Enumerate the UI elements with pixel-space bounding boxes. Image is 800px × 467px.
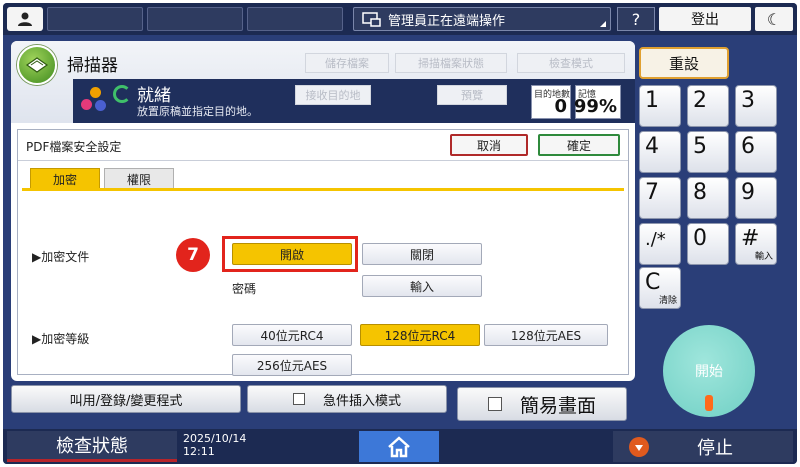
- date-time: 2025/10/14 12:11: [183, 432, 246, 458]
- simple-screen-button[interactable]: 簡易畫面: [457, 387, 627, 421]
- interrupt-mode-button[interactable]: 急件插入模式: [247, 385, 447, 413]
- level-128bit-rc4[interactable]: 128位元RC4: [360, 324, 480, 346]
- encrypt-document-label: ▶加密文件: [32, 250, 90, 264]
- scanner-panel: 掃描器 儲存檔案 掃描檔案狀態 檢查模式 就緒 放置原稿並指定目的地。 接收目的…: [11, 41, 635, 381]
- status-slot-2: [147, 7, 243, 31]
- preview-button[interactable]: 預覽: [437, 85, 507, 105]
- tab-permissions[interactable]: 權限: [104, 168, 174, 190]
- ready-instruction: 放置原稿並指定目的地。: [137, 105, 258, 118]
- highlight-box: [222, 236, 358, 272]
- remote-operation-status[interactable]: 管理員正在遠端操作: [353, 7, 611, 31]
- stop-button[interactable]: 停止: [613, 431, 793, 462]
- key-8[interactable]: 8: [687, 177, 729, 219]
- user-icon[interactable]: [7, 7, 43, 31]
- date-text: 2025/10/14: [183, 432, 247, 445]
- scanned-files-status-button[interactable]: 掃描檔案狀態: [395, 53, 507, 73]
- device-screen: 管理員正在遠端操作 ? 登出 ☾ 掃描器 儲存檔案 掃描檔案狀態 檢查模式 就緒…: [3, 3, 797, 464]
- remote-status-text: 管理員正在遠端操作: [388, 13, 506, 29]
- key-hash-enter[interactable]: # 輸入: [735, 223, 777, 265]
- key-7[interactable]: 7: [639, 177, 681, 219]
- status-slot-3: [247, 7, 343, 31]
- time-text: 12:11: [183, 445, 215, 458]
- status-slot-1: [47, 7, 143, 31]
- check-modes-button[interactable]: 檢查模式: [517, 53, 625, 73]
- check-status-button[interactable]: 檢查狀態: [7, 431, 177, 462]
- interrupt-mode-label: 急件插入模式: [322, 393, 401, 409]
- divider: [18, 160, 628, 161]
- store-file-button[interactable]: 儲存檔案: [305, 53, 389, 73]
- password-label: 密碼: [232, 282, 257, 296]
- level-256bit-aes[interactable]: 256位元AES: [232, 354, 352, 376]
- key-2[interactable]: 2: [687, 85, 729, 127]
- received-destination-button[interactable]: 接收目的地: [295, 85, 371, 105]
- key-5[interactable]: 5: [687, 131, 729, 173]
- encrypt-off-button[interactable]: 關閉: [362, 243, 482, 265]
- corner-arrow-icon: [600, 21, 606, 27]
- reset-button[interactable]: 重設: [639, 47, 729, 79]
- logout-button[interactable]: 登出: [659, 7, 751, 31]
- color-dots-icon: [81, 87, 111, 115]
- simple-screen-checkbox: [487, 397, 502, 411]
- simple-screen-label: 簡易畫面: [519, 394, 596, 417]
- scanner-app-icon: [17, 45, 57, 85]
- key-3[interactable]: 3: [735, 85, 777, 127]
- step-badge: 7: [176, 238, 210, 272]
- key-6[interactable]: 6: [735, 131, 777, 173]
- dialog-title: PDF檔案安全設定: [26, 140, 122, 154]
- top-bar: 管理員正在遠端操作 ? 登出 ☾: [3, 3, 797, 35]
- stop-label: 停止: [697, 437, 733, 459]
- energy-saver-moon-icon[interactable]: ☾: [755, 7, 793, 31]
- level-40bit-rc4[interactable]: 40位元RC4: [232, 324, 352, 346]
- key-4[interactable]: 4: [639, 131, 681, 173]
- memory-indicator: 記憶 99%: [574, 85, 621, 119]
- footer-bar: 檢查狀態 2025/10/14 12:11 停止: [3, 429, 797, 464]
- destination-count: 目的地數 0: [531, 85, 571, 119]
- scanner-header: 掃描器 儲存檔案 掃描檔案狀態 檢查模式 就緒 放置原稿並指定目的地。 接收目的…: [11, 41, 635, 123]
- interrupt-checkbox: [292, 393, 305, 405]
- ready-indicator-icon: [113, 85, 131, 103]
- recall-program-button[interactable]: 叫用/登錄/變更程式: [11, 385, 241, 413]
- key-9[interactable]: 9: [735, 177, 777, 219]
- encryption-level-label: ▶加密等級: [32, 332, 90, 346]
- stop-icon: [629, 436, 649, 457]
- app-title: 掃描器: [67, 56, 118, 76]
- password-input-button[interactable]: 輸入: [362, 275, 482, 297]
- tab-encryption[interactable]: 加密: [30, 168, 100, 190]
- home-button[interactable]: [359, 431, 439, 462]
- remote-monitor-icon: [362, 12, 381, 27]
- key-clear[interactable]: C 清除: [639, 267, 681, 309]
- tab-underline: [22, 188, 624, 191]
- home-icon: [388, 435, 410, 457]
- level-128bit-aes[interactable]: 128位元AES: [484, 324, 608, 346]
- key-1[interactable]: 1: [639, 85, 681, 127]
- pdf-security-dialog: PDF檔案安全設定 取消 確定 加密 權限 ▶加密文件 開啟 關閉 7 密碼 輸…: [17, 129, 629, 376]
- ok-button[interactable]: 確定: [538, 134, 620, 156]
- key-0[interactable]: 0: [687, 223, 729, 265]
- key-dot-star[interactable]: ./*: [639, 223, 681, 265]
- start-indicator-led: [705, 395, 713, 411]
- help-button[interactable]: ?: [617, 7, 655, 31]
- cancel-button[interactable]: 取消: [450, 134, 528, 156]
